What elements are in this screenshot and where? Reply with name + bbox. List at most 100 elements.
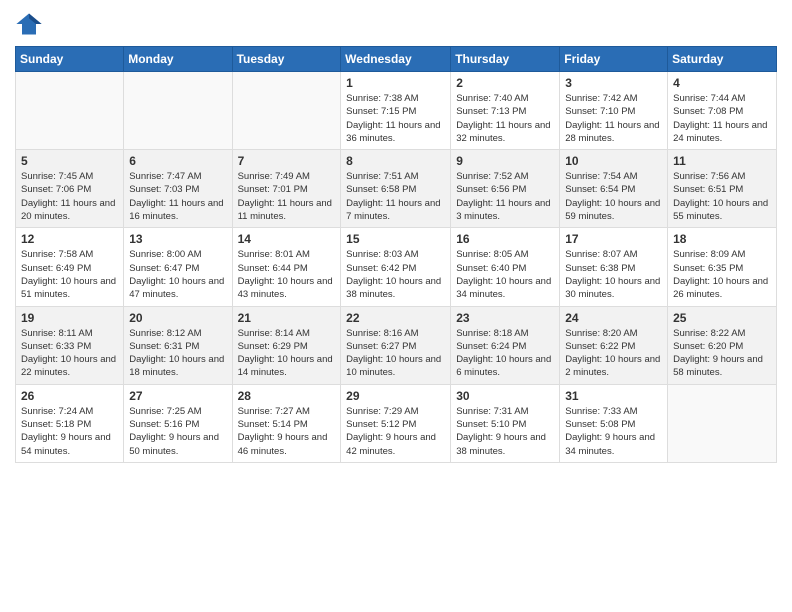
day-number: 7 [238,154,336,168]
calendar-cell: 30 Sunrise: 7:31 AM Sunset: 5:10 PM Dayli… [451,384,560,462]
day-number: 29 [346,389,445,403]
col-friday: Friday [560,47,668,72]
calendar-cell: 20 Sunrise: 8:12 AM Sunset: 6:31 PM Dayli… [124,306,232,384]
calendar-week-row: 12 Sunrise: 7:58 AM Sunset: 6:49 PM Dayli… [16,228,777,306]
calendar-week-row: 5 Sunrise: 7:45 AM Sunset: 7:06 PM Daylig… [16,150,777,228]
calendar-week-row: 19Sunrise: 8:11 AM Sunset: 6:33 PM Dayli… [16,306,777,384]
calendar-cell [124,72,232,150]
calendar-cell: 17 Sunrise: 8:07 AM Sunset: 6:38 PM Dayli… [560,228,668,306]
day-number: 16 [456,232,554,246]
col-sunday: Sunday [16,47,124,72]
day-number: 12 [21,232,118,246]
calendar-cell: 3 Sunrise: 7:42 AM Sunset: 7:10 PM Daylig… [560,72,668,150]
day-info: Sunrise: 8:07 AM Sunset: 6:38 PM Dayligh… [565,248,662,301]
day-info: Sunrise: 8:22 AM Sunset: 6:20 PM Dayligh… [673,327,771,380]
day-number: 17 [565,232,662,246]
col-saturday: Saturday [668,47,777,72]
day-number: 9 [456,154,554,168]
day-number: 2 [456,76,554,90]
calendar-cell: 5 Sunrise: 7:45 AM Sunset: 7:06 PM Daylig… [16,150,124,228]
day-info: Sunrise: 7:42 AM Sunset: 7:10 PM Dayligh… [565,92,662,145]
calendar-cell: 2 Sunrise: 7:40 AM Sunset: 7:13 PM Daylig… [451,72,560,150]
day-info: Sunrise: 8:00 AM Sunset: 6:47 PM Dayligh… [129,248,226,301]
day-number: 23 [456,311,554,325]
day-info: Sunrise: 7:54 AM Sunset: 6:54 PM Dayligh… [565,170,662,223]
day-info: Sunrise: 7:24 AM Sunset: 5:18 PM Dayligh… [21,405,118,458]
calendar-week-row: 26 Sunrise: 7:24 AM Sunset: 5:18 PM Dayli… [16,384,777,462]
day-info: Sunrise: 7:52 AM Sunset: 6:56 PM Dayligh… [456,170,554,223]
day-number: 3 [565,76,662,90]
day-info: Sunrise: 7:40 AM Sunset: 7:13 PM Dayligh… [456,92,554,145]
calendar-cell: 31 Sunrise: 7:33 AM Sunset: 5:08 PM Dayli… [560,384,668,462]
day-info: Sunrise: 8:09 AM Sunset: 6:35 PM Dayligh… [673,248,771,301]
day-number: 31 [565,389,662,403]
day-number: 5 [21,154,118,168]
day-info: Sunrise: 7:25 AM Sunset: 5:16 PM Dayligh… [129,405,226,458]
day-number: 25 [673,311,771,325]
calendar-cell: 14 Sunrise: 8:01 AM Sunset: 6:44 PM Dayli… [232,228,341,306]
col-wednesday: Wednesday [341,47,451,72]
day-info: Sunrise: 7:33 AM Sunset: 5:08 PM Dayligh… [565,405,662,458]
day-info: Sunrise: 8:18 AM Sunset: 6:24 PM Dayligh… [456,327,554,380]
day-number: 30 [456,389,554,403]
col-tuesday: Tuesday [232,47,341,72]
day-info: Sunrise: 7:58 AM Sunset: 6:49 PM Dayligh… [21,248,118,301]
calendar-cell: 4Sunrise: 7:44 AM Sunset: 7:08 PM Daylig… [668,72,777,150]
day-number: 20 [129,311,226,325]
calendar-cell: 18 Sunrise: 8:09 AM Sunset: 6:35 PM Dayli… [668,228,777,306]
day-info: Sunrise: 7:44 AM Sunset: 7:08 PM Dayligh… [673,92,771,145]
day-info: Sunrise: 8:01 AM Sunset: 6:44 PM Dayligh… [238,248,336,301]
day-number: 27 [129,389,226,403]
day-info: Sunrise: 7:51 AM Sunset: 6:58 PM Dayligh… [346,170,445,223]
calendar-cell: 24Sunrise: 8:20 AM Sunset: 6:22 PM Dayli… [560,306,668,384]
calendar-cell: 8 Sunrise: 7:51 AM Sunset: 6:58 PM Daylig… [341,150,451,228]
logo-icon [15,10,43,38]
day-number: 22 [346,311,445,325]
calendar-cell: 23 Sunrise: 8:18 AM Sunset: 6:24 PM Dayli… [451,306,560,384]
day-info: Sunrise: 8:05 AM Sunset: 6:40 PM Dayligh… [456,248,554,301]
calendar-cell [668,384,777,462]
calendar-cell: 6 Sunrise: 7:47 AM Sunset: 7:03 PM Daylig… [124,150,232,228]
day-info: Sunrise: 7:49 AM Sunset: 7:01 PM Dayligh… [238,170,336,223]
day-number: 15 [346,232,445,246]
day-info: Sunrise: 7:31 AM Sunset: 5:10 PM Dayligh… [456,405,554,458]
day-number: 14 [238,232,336,246]
calendar-cell: 21Sunrise: 8:14 AM Sunset: 6:29 PM Dayli… [232,306,341,384]
calendar-cell: 16 Sunrise: 8:05 AM Sunset: 6:40 PM Dayli… [451,228,560,306]
calendar-cell [16,72,124,150]
day-info: Sunrise: 8:20 AM Sunset: 6:22 PM Dayligh… [565,327,662,380]
day-number: 1 [346,76,445,90]
day-info: Sunrise: 7:27 AM Sunset: 5:14 PM Dayligh… [238,405,336,458]
calendar-cell: 12 Sunrise: 7:58 AM Sunset: 6:49 PM Dayli… [16,228,124,306]
calendar-cell: 7 Sunrise: 7:49 AM Sunset: 7:01 PM Daylig… [232,150,341,228]
day-info: Sunrise: 7:29 AM Sunset: 5:12 PM Dayligh… [346,405,445,458]
calendar-cell: 22 Sunrise: 8:16 AM Sunset: 6:27 PM Dayli… [341,306,451,384]
header [15,10,777,38]
day-info: Sunrise: 7:38 AM Sunset: 7:15 PM Dayligh… [346,92,445,145]
day-number: 10 [565,154,662,168]
day-info: Sunrise: 8:14 AM Sunset: 6:29 PM Dayligh… [238,327,336,380]
day-number: 6 [129,154,226,168]
calendar-cell: 28 Sunrise: 7:27 AM Sunset: 5:14 PM Dayli… [232,384,341,462]
calendar-cell: 1 Sunrise: 7:38 AM Sunset: 7:15 PM Daylig… [341,72,451,150]
day-number: 28 [238,389,336,403]
day-number: 8 [346,154,445,168]
day-info: Sunrise: 8:16 AM Sunset: 6:27 PM Dayligh… [346,327,445,380]
col-monday: Monday [124,47,232,72]
day-info: Sunrise: 7:45 AM Sunset: 7:06 PM Dayligh… [21,170,118,223]
calendar-week-row: 1 Sunrise: 7:38 AM Sunset: 7:15 PM Daylig… [16,72,777,150]
day-info: Sunrise: 7:47 AM Sunset: 7:03 PM Dayligh… [129,170,226,223]
day-number: 26 [21,389,118,403]
calendar-cell: 10 Sunrise: 7:54 AM Sunset: 6:54 PM Dayli… [560,150,668,228]
calendar-cell: 15 Sunrise: 8:03 AM Sunset: 6:42 PM Dayli… [341,228,451,306]
col-thursday: Thursday [451,47,560,72]
calendar-cell: 25 Sunrise: 8:22 AM Sunset: 6:20 PM Dayli… [668,306,777,384]
day-number: 11 [673,154,771,168]
logo [15,10,47,38]
day-number: 18 [673,232,771,246]
day-info: Sunrise: 8:12 AM Sunset: 6:31 PM Dayligh… [129,327,226,380]
calendar-cell: 11Sunrise: 7:56 AM Sunset: 6:51 PM Dayli… [668,150,777,228]
day-number: 13 [129,232,226,246]
day-info: Sunrise: 8:03 AM Sunset: 6:42 PM Dayligh… [346,248,445,301]
calendar-table: Sunday Monday Tuesday Wednesday Thursday… [15,46,777,463]
